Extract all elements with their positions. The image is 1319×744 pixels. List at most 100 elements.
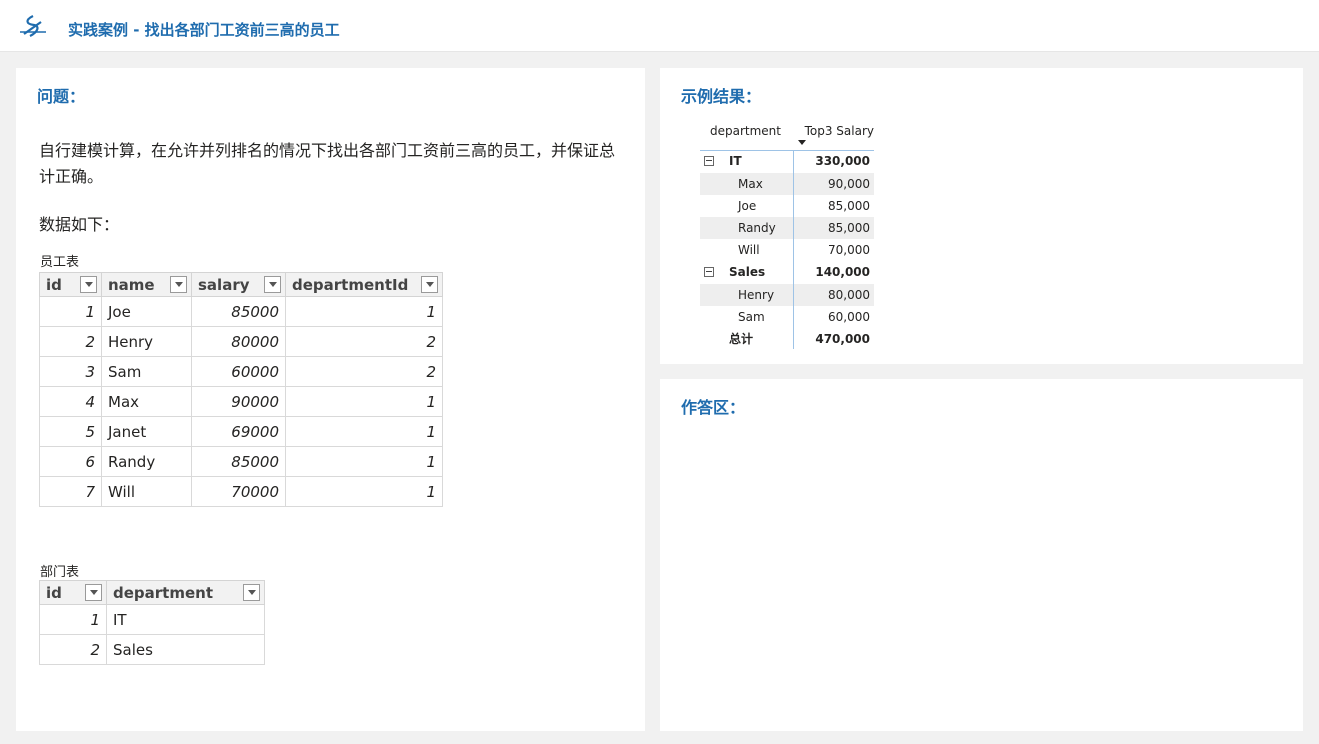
page-title: 实践案例 - 找出各部门工资前三高的员工	[68, 21, 340, 39]
matrix-column-department[interactable]: department	[710, 124, 781, 138]
table-row: 2 Henry 80000 2	[39, 326, 443, 357]
member-label: Randy	[738, 221, 776, 235]
filter-dropdown-icon[interactable]	[170, 276, 187, 293]
cell-salary: 90000	[191, 386, 286, 417]
result-matrix: department Top3 Salary IT 330,000 Max 90,00…	[700, 124, 880, 350]
employee-table-caption: 员工表	[40, 255, 80, 270]
collapse-icon[interactable]	[704, 267, 714, 277]
member-value: 85,000	[828, 221, 870, 235]
cell-salary: 60000	[191, 356, 286, 387]
member-value: 80,000	[828, 288, 870, 302]
group-label: IT	[729, 154, 742, 168]
sort-descending-icon	[798, 140, 806, 145]
table-row: 5 Janet 69000 1	[39, 416, 443, 447]
member-value: 60,000	[828, 310, 870, 324]
matrix-column-top3-salary[interactable]: Top3 Salary	[805, 124, 874, 138]
group-total: 140,000	[815, 265, 870, 279]
column-header-name[interactable]: name	[101, 272, 192, 297]
member-label: Henry	[738, 288, 775, 302]
member-value: 70,000	[828, 243, 870, 257]
cell-department-id: 2	[285, 356, 443, 387]
cell-department-id: 1	[285, 386, 443, 417]
cell-name: Sam	[101, 356, 192, 387]
cell-salary: 69000	[191, 416, 286, 447]
table-row: 2 Sales	[39, 634, 265, 665]
cell-id: 2	[39, 634, 107, 665]
app-header: 实践案例 - 找出各部门工资前三高的员工	[0, 0, 1319, 52]
cell-name: Will	[101, 476, 192, 507]
matrix-member-row: Randy 85,000	[700, 217, 874, 239]
cell-salary: 85000	[191, 446, 286, 477]
column-header-departmentid[interactable]: departmentId	[285, 272, 443, 297]
filter-dropdown-icon[interactable]	[421, 276, 438, 293]
matrix-member-row: Joe 85,000	[700, 195, 874, 217]
filter-dropdown-icon[interactable]	[80, 276, 97, 293]
answer-title: 作答区：	[681, 398, 746, 417]
table-row: 3 Sam 60000 2	[39, 356, 443, 387]
department-table: id department 1 IT 2 Sales	[39, 580, 265, 665]
matrix-column-divider	[793, 150, 794, 349]
table-row: 1 Joe 85000 1	[39, 296, 443, 327]
collapse-icon[interactable]	[704, 156, 714, 166]
column-header-salary[interactable]: salary	[191, 272, 286, 297]
data-label: 数据如下：	[39, 215, 120, 234]
member-label: Sam	[738, 310, 765, 324]
cell-salary: 80000	[191, 326, 286, 357]
matrix-member-row: Will 70,000	[700, 239, 874, 261]
cell-id: 5	[39, 416, 102, 447]
matrix-member-row: Henry 80,000	[700, 284, 874, 306]
member-label: Max	[738, 177, 763, 191]
group-total: 330,000	[815, 154, 870, 168]
result-title: 示例结果：	[681, 87, 762, 106]
cell-id: 7	[39, 476, 102, 507]
total-label: 总计	[729, 332, 754, 346]
matrix-member-row: Max 90,000	[700, 173, 874, 195]
department-table-caption: 部门表	[40, 565, 80, 580]
employee-table: id name salary departmentId 1 Joe 85000 1 2 H…	[39, 272, 443, 507]
cell-department-id: 1	[285, 446, 443, 477]
column-header-id[interactable]: id	[39, 580, 107, 605]
cell-department: IT	[106, 604, 265, 635]
matrix-group-row[interactable]: Sales 140,000	[700, 261, 874, 284]
cell-name: Max	[101, 386, 192, 417]
cell-salary: 70000	[191, 476, 286, 507]
cell-id: 1	[39, 604, 107, 635]
table-row: 4 Max 90000 1	[39, 386, 443, 417]
matrix-member-row: Sam 60,000	[700, 306, 874, 328]
logo-icon	[20, 15, 46, 37]
table-row: 6 Randy 85000 1	[39, 446, 443, 477]
table-row: 1 IT	[39, 604, 265, 635]
member-value: 85,000	[828, 199, 870, 213]
filter-dropdown-icon[interactable]	[243, 584, 260, 601]
matrix-body: IT 330,000 Max 90,000 Joe 85,000 Randy 85,000 Wi…	[700, 150, 880, 350]
column-header-department[interactable]: department	[106, 580, 265, 605]
filter-dropdown-icon[interactable]	[264, 276, 281, 293]
member-value: 90,000	[828, 177, 870, 191]
cell-name: Joe	[101, 296, 192, 327]
column-header-id[interactable]: id	[39, 272, 102, 297]
filter-dropdown-icon[interactable]	[85, 584, 102, 601]
table-row: 7 Will 70000 1	[39, 476, 443, 507]
cell-name: Randy	[101, 446, 192, 477]
group-label: Sales	[729, 265, 766, 279]
cell-department-id: 1	[285, 296, 443, 327]
question-title: 问题：	[37, 87, 86, 106]
cell-salary: 85000	[191, 296, 286, 327]
member-label: Will	[738, 243, 760, 257]
cell-department-id: 2	[285, 326, 443, 357]
cell-department-id: 1	[285, 416, 443, 447]
matrix-group-row[interactable]: IT 330,000	[700, 150, 874, 173]
matrix-total-row: 总计 470,000	[700, 328, 874, 350]
cell-department: Sales	[106, 634, 265, 665]
cell-id: 6	[39, 446, 102, 477]
cell-id: 3	[39, 356, 102, 387]
cell-id: 2	[39, 326, 102, 357]
question-text: 自行建模计算，在允许并列排名的情况下找出各部门工资前三高的员工，并保证总计正确。	[39, 141, 616, 186]
cell-name: Henry	[101, 326, 192, 357]
answer-panel: 作答区：	[660, 379, 1303, 731]
cell-id: 4	[39, 386, 102, 417]
member-label: Joe	[738, 199, 757, 213]
question-panel: 问题： 自行建模计算，在允许并列排名的情况下找出各部门工资前三高的员工，并保证总…	[16, 68, 645, 731]
cell-department-id: 1	[285, 476, 443, 507]
total-value: 470,000	[815, 332, 870, 346]
